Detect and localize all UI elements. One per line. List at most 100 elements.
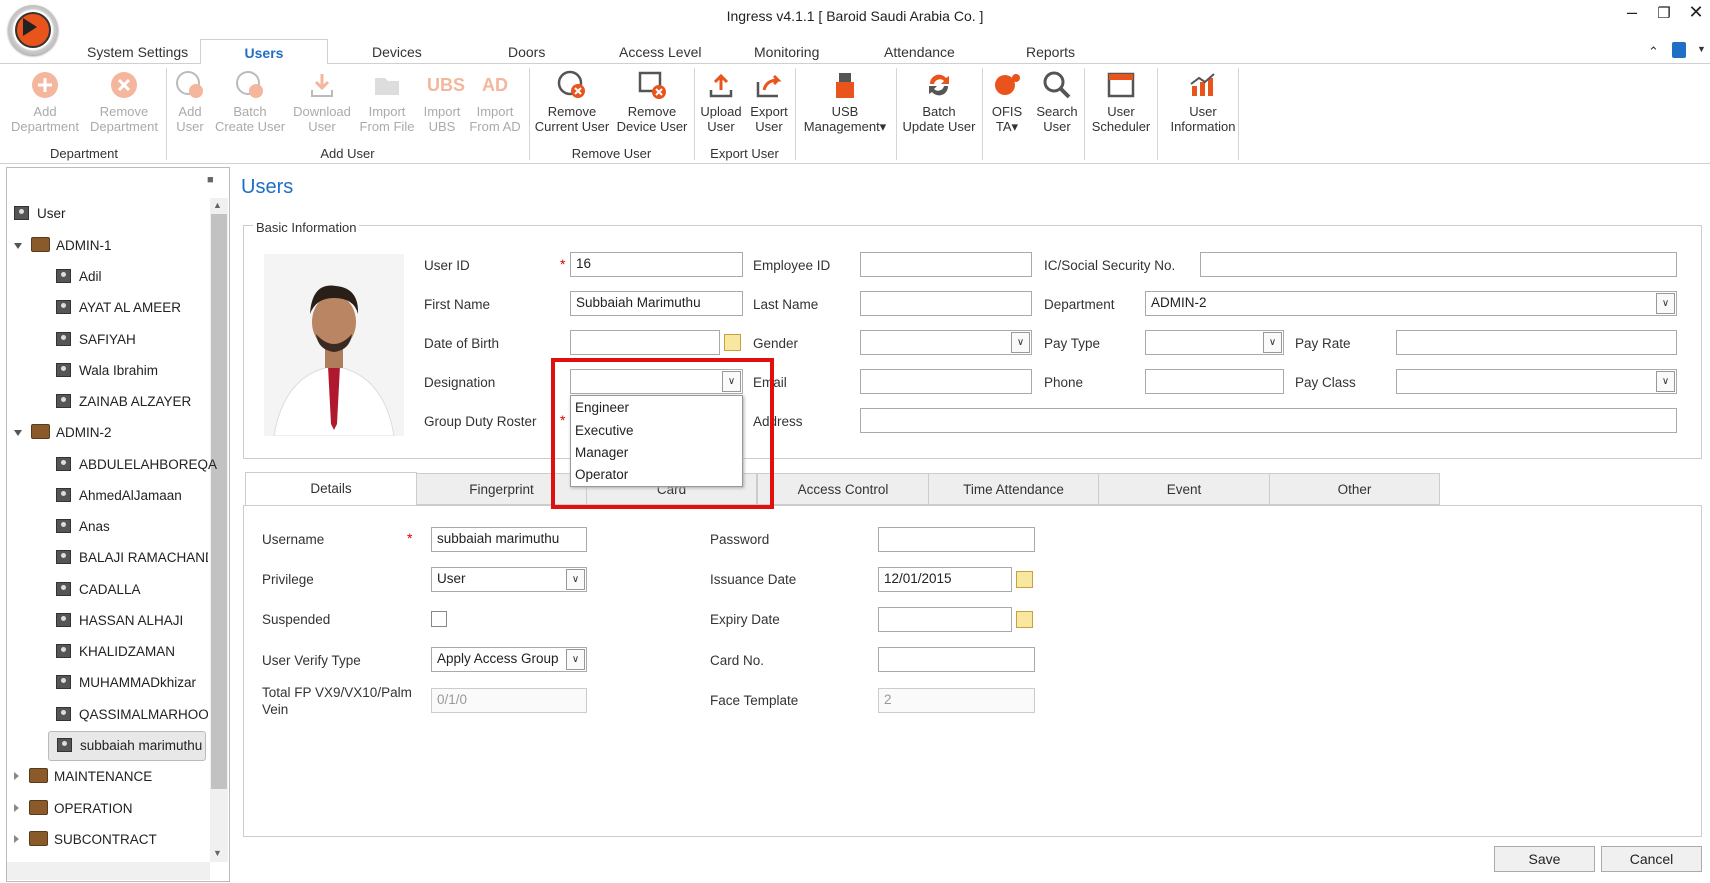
cancel-button[interactable]: Cancel [1601,846,1702,872]
ic-social-security-field[interactable] [1200,252,1677,277]
privilege-select[interactable]: User ∨ [431,567,587,592]
expanded-icon[interactable] [14,243,22,249]
save-button[interactable]: Save [1494,846,1595,872]
tree-user-item[interactable]: HASSAN ALHAJI [56,610,183,632]
suspended-checkbox[interactable] [431,611,447,627]
last-name-field[interactable] [860,291,1032,316]
email-field[interactable] [860,369,1032,394]
gender-select[interactable]: ∨ [860,330,1032,355]
tree-user-item[interactable]: AYAT AL AMEER [56,297,181,319]
tab-monitoring[interactable]: Monitoring [754,44,819,60]
tab-other[interactable]: Other [1269,473,1440,505]
tree-user-item[interactable]: MUHAMMADkhizar [56,672,208,694]
calendar-picker-icon[interactable] [1016,611,1033,628]
address-field[interactable] [860,408,1677,433]
tree-group-operation[interactable]: OPERATION [14,798,133,820]
tab-reports[interactable]: Reports [1026,44,1075,60]
tree-user-item[interactable]: QASSIMALMARHOON [56,704,208,726]
import-from-file-button[interactable]: Import From File [356,70,418,134]
pay-class-select[interactable]: ∨ [1396,369,1677,394]
user-information-button[interactable]: User Information [1160,70,1246,134]
collapsed-icon[interactable] [14,835,19,843]
import-ubs-button[interactable]: UBS Import UBS [418,70,466,134]
export-user-button[interactable]: Export User [746,70,792,134]
chevron-down-icon[interactable]: ∨ [1656,293,1675,314]
employee-id-field[interactable] [860,252,1032,277]
scroll-up-icon[interactable]: ▲ [213,200,222,210]
password-field[interactable] [878,527,1035,552]
tab-access-level[interactable]: Access Level [619,44,701,60]
chevron-down-icon[interactable]: ∨ [1656,371,1675,392]
tree-user-item[interactable]: ABDULELAHBOREQA [56,454,217,476]
chevron-down-icon[interactable]: ∨ [566,649,585,670]
expiry-date-field[interactable] [878,607,1012,632]
tree-group-subcontract[interactable]: SUBCONTRACT [14,829,157,851]
add-department-button[interactable]: Add Department [5,70,85,134]
tree-group-admin-1[interactable]: ADMIN-1 [14,235,112,257]
card-no-field[interactable] [878,647,1035,672]
collapsed-icon[interactable] [14,804,19,812]
remove-department-button[interactable]: Remove Department [84,70,164,134]
tree-user-item[interactable]: SAFIYAH [56,329,136,351]
restore-icon[interactable]: ❐ [1649,4,1679,22]
collapsed-icon[interactable] [14,772,19,780]
usb-management-button[interactable]: USB Management▾ [798,70,892,134]
close-icon[interactable]: ✕ [1681,2,1710,23]
issuance-date-field[interactable]: 12/01/2015 [878,567,1012,592]
tree-group-maintenance[interactable]: MAINTENANCE [14,766,152,788]
department-select[interactable]: ADMIN-2 ∨ [1145,291,1677,316]
first-name-field[interactable]: Subbaiah Marimuthu [570,291,743,316]
pay-rate-field[interactable] [1396,330,1677,355]
remove-device-user-button[interactable]: Remove Device User [612,70,692,134]
calendar-picker-icon[interactable] [724,334,741,351]
tab-users[interactable]: Users [200,39,328,65]
tab-event[interactable]: Event [1098,473,1270,505]
date-of-birth-field[interactable] [570,330,720,355]
tab-time-attendance[interactable]: Time Attendance [928,473,1099,505]
ofis-ta-button[interactable]: OFIS TA▾ [984,70,1030,134]
tree-user-item[interactable]: CADALLA [56,579,141,601]
calendar-picker-icon[interactable] [1016,571,1033,588]
batch-create-user-button[interactable]: Batch Create User [212,70,288,134]
tree-scrollbar-thumb[interactable] [211,214,227,789]
tree-user-item[interactable]: Wala Ibrahim [56,360,158,382]
user-photo[interactable] [264,254,404,436]
expanded-icon[interactable] [14,430,22,436]
tab-system-settings[interactable]: System Settings [87,44,188,60]
tree-user-item[interactable]: AhmedAlJamaan [56,485,182,507]
tree-user-item[interactable]: ZAINAB ALZAYER [56,391,191,413]
tree-user-item[interactable]: BALAJI RAMACHAND [56,547,208,569]
tab-access-control[interactable]: Access Control [757,473,929,505]
tab-details[interactable]: Details [245,472,417,506]
tab-doors[interactable]: Doors [508,44,545,60]
import-from-ad-button[interactable]: AD Import From AD [466,70,524,134]
minimize-icon[interactable]: – [1617,2,1647,23]
download-user-button[interactable]: Download User [288,70,356,134]
tab-devices[interactable]: Devices [372,44,422,60]
tree-horizontal-scrollbar[interactable] [7,862,210,880]
tree-user-item[interactable]: Adil [56,266,102,288]
username-field[interactable]: subbaiah marimuthu [431,527,587,552]
scroll-down-icon[interactable]: ▼ [213,848,222,858]
upload-user-button[interactable]: Upload User [696,70,746,134]
remove-current-user-button[interactable]: Remove Current User [532,70,612,134]
batch-update-user-button[interactable]: Batch Update User [898,70,980,134]
chevron-down-icon[interactable]: ∨ [566,569,585,590]
tab-attendance[interactable]: Attendance [884,44,955,60]
user-verify-type-select[interactable]: Apply Access Group ∨ [431,647,587,672]
pin-icon[interactable]: ■ [207,174,214,186]
tree-user-item[interactable]: Anas [56,516,110,538]
add-user-button[interactable]: Add User [170,70,210,134]
chevron-down-icon[interactable]: ∨ [1263,332,1282,353]
user-icon [14,206,29,220]
user-scheduler-button[interactable]: User Scheduler [1086,70,1156,134]
tree-group-admin-2[interactable]: ADMIN-2 [14,422,112,444]
chevron-down-icon[interactable]: ∨ [1011,332,1030,353]
user-id-field[interactable]: 16 [570,252,743,277]
search-user-button[interactable]: Search User [1032,70,1082,134]
tree-user-item[interactable]: KHALIDZAMAN [56,641,175,663]
pay-type-select[interactable]: ∨ [1145,330,1284,355]
phone-field[interactable] [1145,369,1284,394]
tree-user-item-selected[interactable]: subbaiah marimuthu [48,731,206,761]
tree-root-user[interactable]: User [14,203,66,225]
